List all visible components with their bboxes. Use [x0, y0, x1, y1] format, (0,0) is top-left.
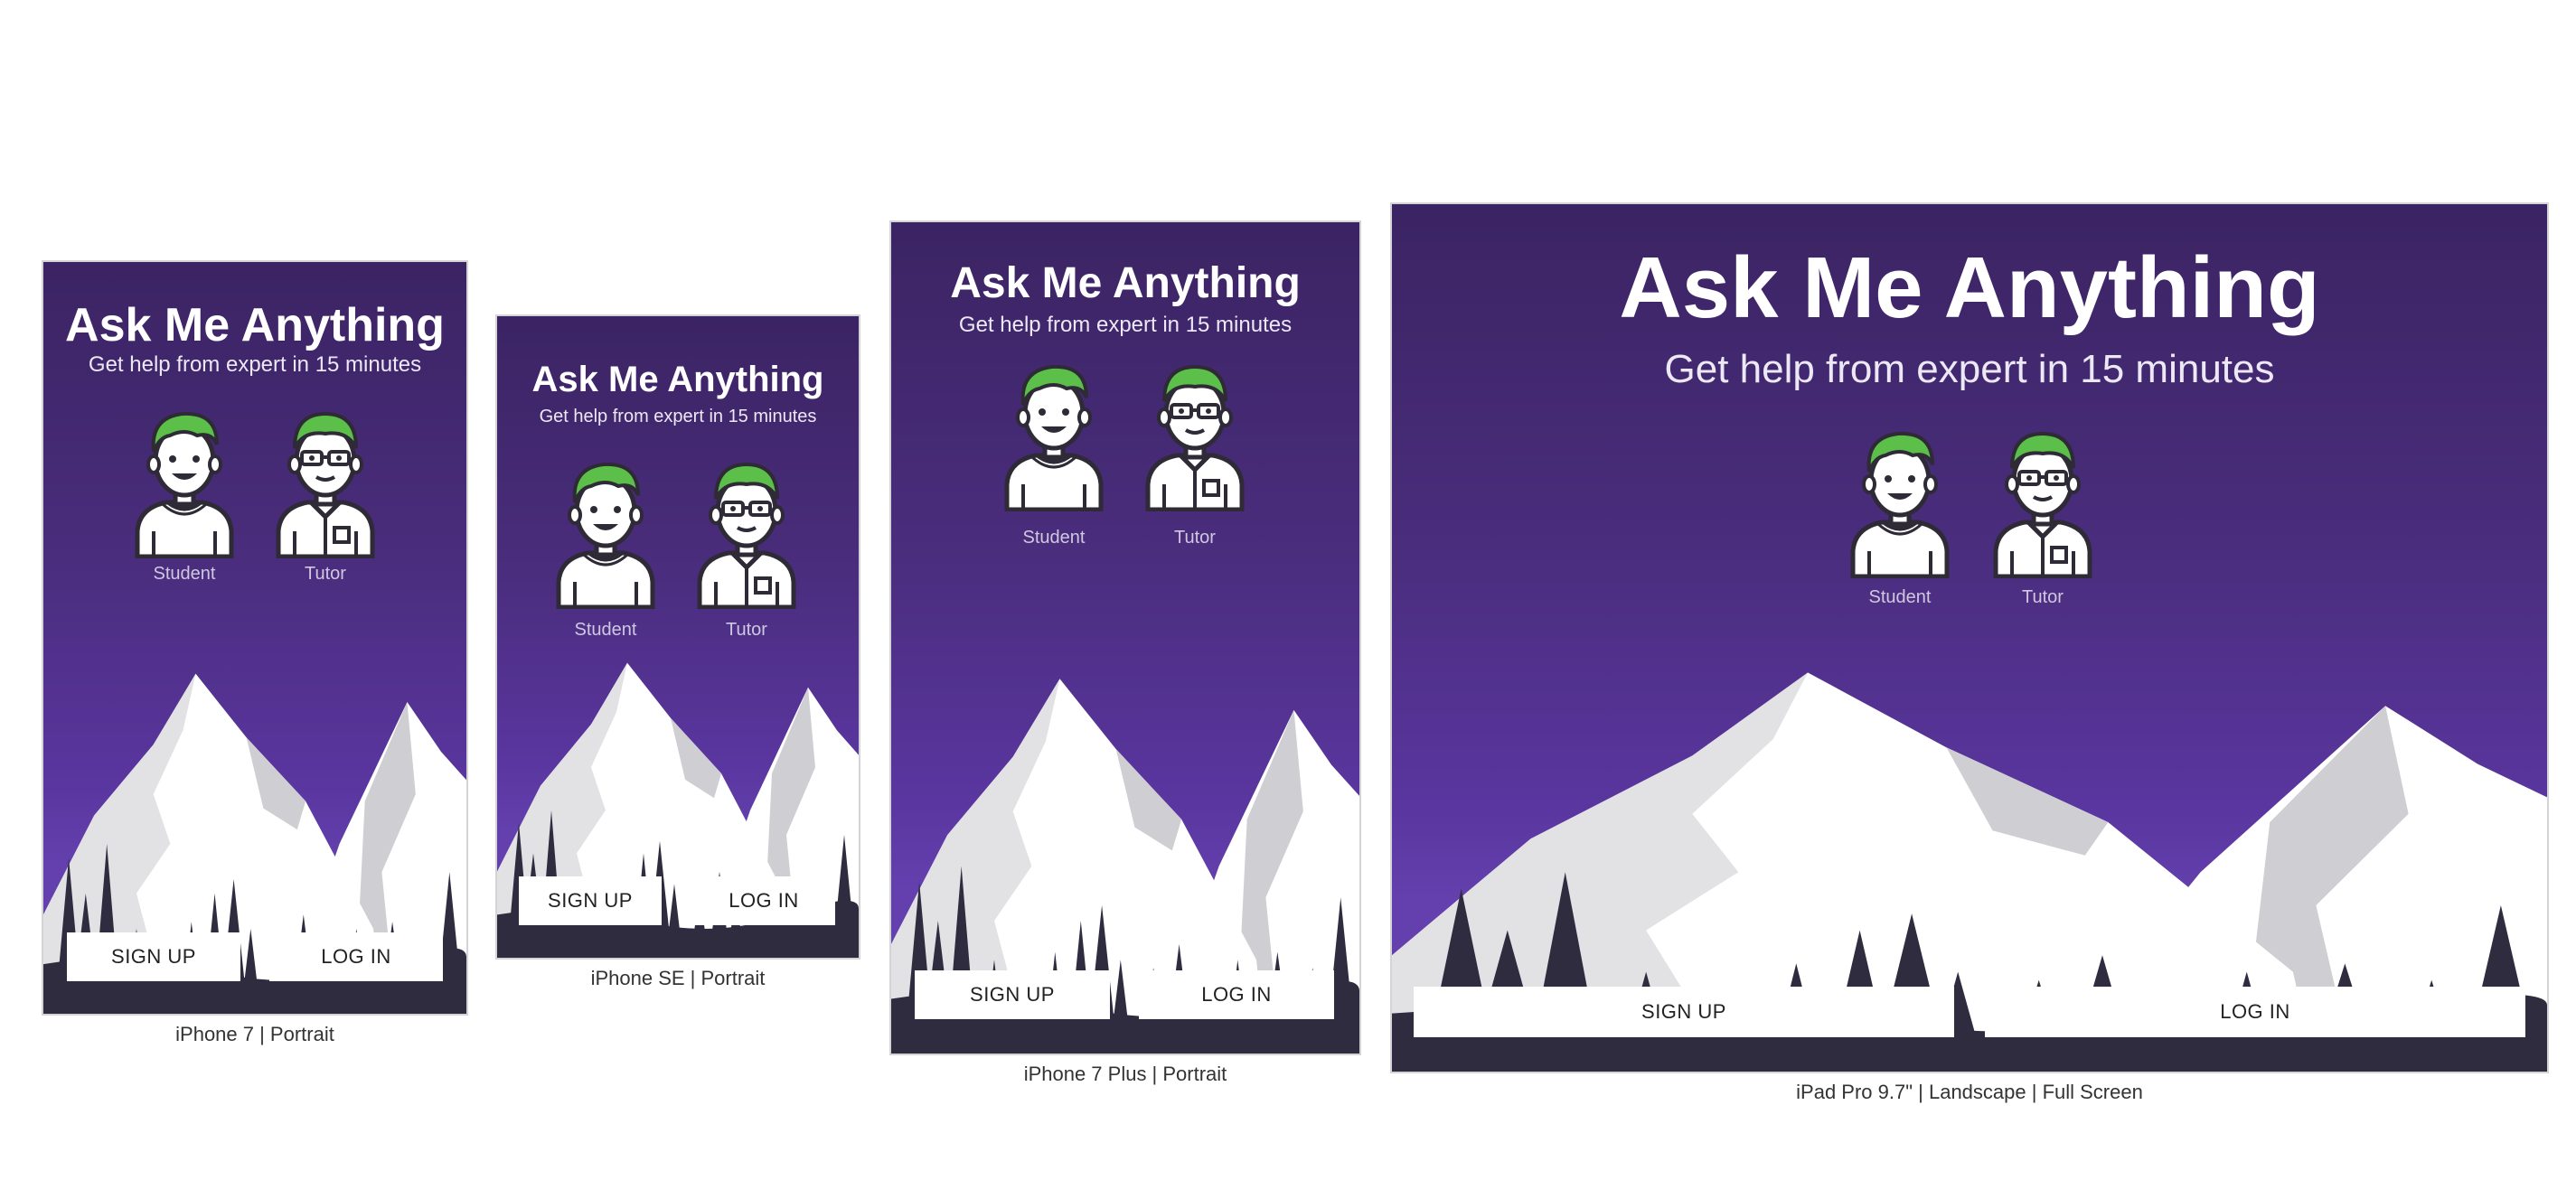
student-avatar-icon[interactable]	[130, 405, 239, 558]
tutor-avatar-icon[interactable]	[1988, 425, 2097, 578]
app-title: Ask Me Anything	[65, 299, 445, 351]
device-caption: iPhone 7 Plus | Portrait	[1023, 1063, 1227, 1085]
student-avatar-icon[interactable]	[1846, 425, 1954, 578]
tutor-label: Tutor	[726, 620, 767, 640]
student-label: Student	[153, 564, 216, 584]
device-caption: iPhone 7 | Portrait	[175, 1023, 334, 1045]
device-iphone-7-plus: Ask Me Anything Get help from expert in …	[889, 220, 1361, 1097]
tutor-label: Tutor	[305, 564, 346, 584]
sign-up-button[interactable]: SIGN UP	[1414, 987, 1954, 1037]
student-label: Student	[574, 620, 637, 640]
tutor-avatar-icon[interactable]	[692, 455, 801, 609]
sign-up-button[interactable]: SIGN UP	[519, 876, 662, 925]
app-subtitle: Get help from expert in 15 minutes	[539, 407, 817, 426]
log-in-button[interactable]: LOG IN	[269, 932, 443, 981]
app-title: Ask Me Anything	[950, 259, 1301, 307]
sign-up-button[interactable]: SIGN UP	[67, 932, 240, 981]
tutor-avatar-icon[interactable]	[1141, 358, 1249, 511]
app-screen: Ask Me Anything Get help from expert in …	[42, 260, 468, 1016]
tutor-avatar-icon[interactable]	[271, 405, 380, 558]
app-subtitle: Get help from expert in 15 minutes	[958, 313, 1293, 337]
tutor-label: Tutor	[1174, 528, 1216, 548]
sign-up-button[interactable]: SIGN UP	[915, 970, 1110, 1019]
log-in-button[interactable]: LOG IN	[1139, 970, 1334, 1019]
app-title: Ask Me Anything	[531, 360, 824, 399]
app-screen: Ask Me Anything Get help from expert in …	[889, 220, 1361, 1055]
device-iphone-se: Ask Me Anything Get help from expert in …	[495, 314, 860, 1001]
device-iphone-7: Ask Me Anything Get help from expert in …	[42, 260, 468, 1055]
app-subtitle: Get help from expert in 15 minutes	[88, 352, 422, 377]
app-screen: Ask Me Anything Get help from expert in …	[495, 314, 860, 960]
student-label: Student	[1868, 587, 1932, 607]
student-label: Student	[1022, 528, 1086, 548]
app-screen: Ask Me Anything Get help from expert in …	[1390, 202, 2549, 1073]
device-ipad-pro: Ask Me Anything Get help from expert in …	[1390, 202, 2549, 1115]
student-avatar-icon[interactable]	[551, 455, 660, 609]
log-in-button[interactable]: LOG IN	[692, 876, 835, 925]
device-caption: iPad Pro 9.7" | Landscape | Full Screen	[1796, 1081, 2143, 1103]
app-title: Ask Me Anything	[1619, 239, 2320, 336]
app-subtitle: Get help from expert in 15 minutes	[1664, 347, 2275, 391]
device-caption: iPhone SE | Portrait	[590, 967, 766, 989]
log-in-button[interactable]: LOG IN	[1985, 987, 2525, 1037]
student-avatar-icon[interactable]	[1000, 358, 1108, 511]
tutor-label: Tutor	[2022, 587, 2064, 607]
